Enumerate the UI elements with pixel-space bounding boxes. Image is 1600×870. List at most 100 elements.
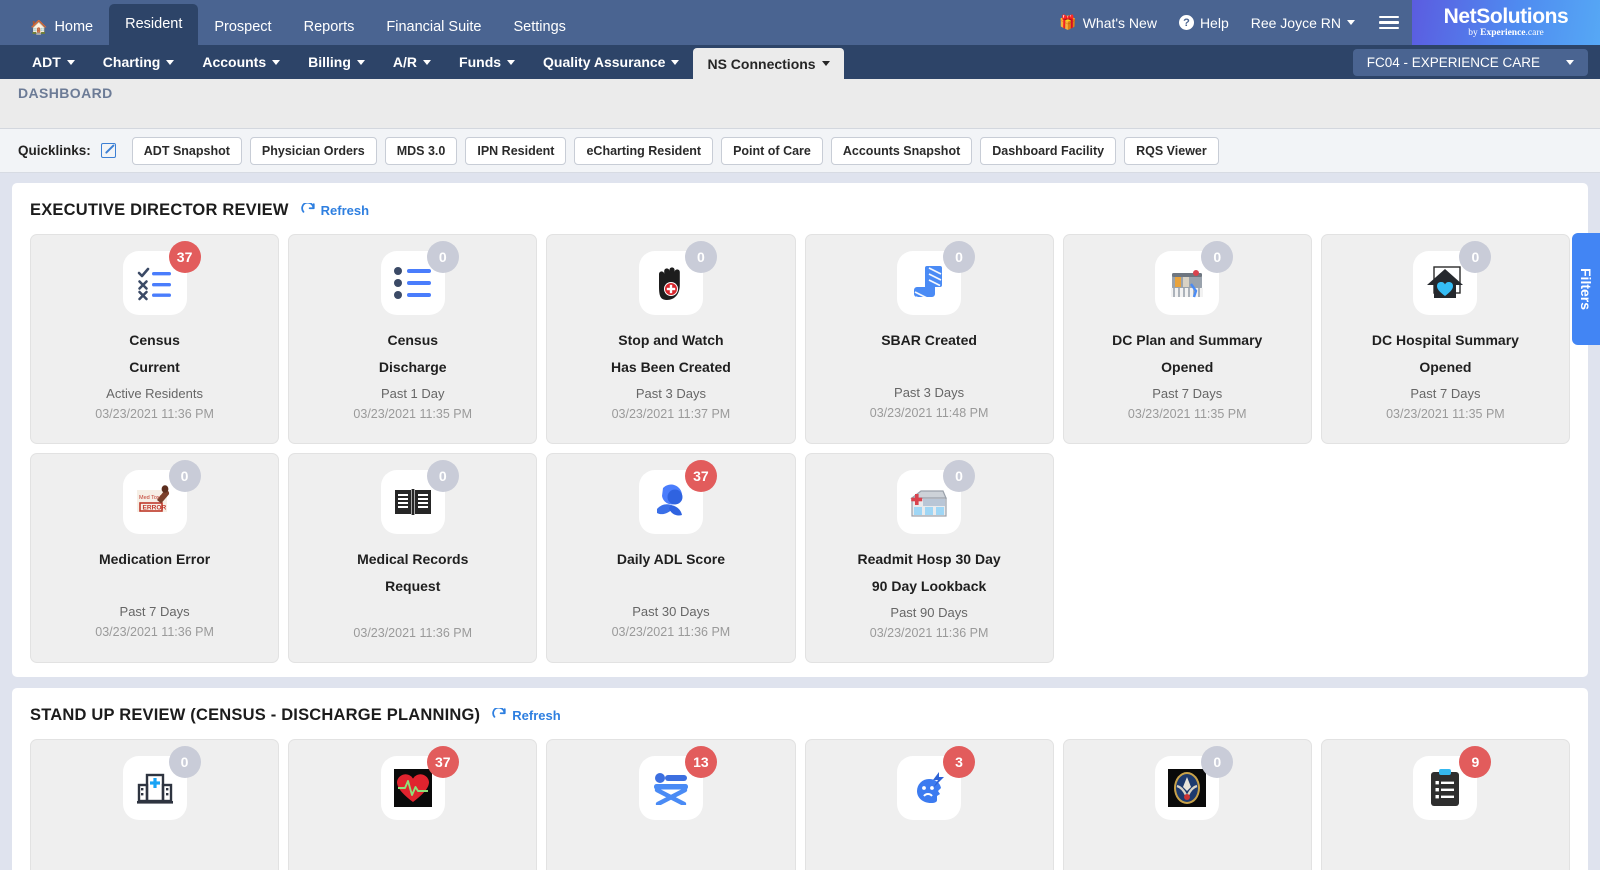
quicklink-rqs-viewer[interactable]: RQS Viewer: [1124, 136, 1219, 165]
metric-card[interactable]: 0 DC Plan and Summary Opened Past 7 Days 03/…: [1062, 234, 1312, 444]
chevron-down-icon: [1347, 20, 1355, 25]
count-badge: 13: [684, 746, 717, 778]
metric-card[interactable]: 0: [1062, 739, 1312, 870]
quicklink-point-of-care[interactable]: Point of Care: [721, 136, 823, 165]
quicklink-mds-3-0[interactable]: MDS 3.0: [384, 136, 458, 165]
card-timestamp: 03/23/2021 11:36 PM: [95, 625, 214, 639]
user-menu[interactable]: Ree Joyce RN: [1240, 15, 1366, 31]
nav-item-reports[interactable]: Reports: [288, 9, 371, 45]
card-title: DC Hospital Summary Opened: [1371, 332, 1519, 376]
filters-label: Filters: [1578, 267, 1594, 310]
card-period: Active Residents: [106, 385, 203, 401]
card-icon-wrap: 0: [897, 241, 976, 315]
metric-card[interactable]: 0 SBAR Created Past 3 Days 03/23/2021 11:48…: [804, 234, 1054, 444]
card-timestamp: 03/23/2021 11:36 PM: [869, 625, 989, 640]
quicklink-accounts-snapshot[interactable]: Accounts Snapshot: [830, 136, 973, 165]
nav-item-settings[interactable]: Settings: [497, 9, 581, 45]
count-badge: 0: [684, 241, 717, 273]
nav-item-label: Financial Suite: [386, 19, 482, 35]
metric-card[interactable]: 0 Readmit Hosp 30 Day 90 Day Lookback Past …: [804, 453, 1054, 663]
module-item-accounts[interactable]: Accounts: [188, 45, 294, 79]
quicklink-echarting-resident[interactable]: eCharting Resident: [574, 136, 714, 165]
nav-item-label: Prospect: [214, 19, 272, 35]
metric-card[interactable]: 37: [288, 739, 538, 870]
count-badge: 9: [1459, 746, 1492, 778]
metric-card[interactable]: 13: [546, 739, 796, 870]
card-icon-wrap: 0: [122, 746, 201, 820]
module-item-ns-connections[interactable]: NS Connections: [693, 48, 844, 79]
hamburger-menu-icon[interactable]: [1366, 15, 1412, 30]
nav-item-label: Home: [54, 19, 94, 35]
card-title: DC Plan and Summary Opened: [1112, 332, 1263, 376]
metric-card[interactable]: 0 DC Hospital Summary Opened Past 7 Days 03/…: [1320, 234, 1570, 444]
metric-card[interactable]: Med Toxic ERROR 0 Medication Error Past 7 …: [30, 453, 280, 663]
card-icon-wrap: 0: [638, 241, 717, 315]
card-icon-wrap: 0: [1155, 746, 1234, 820]
nav-item-home[interactable]: 🏠 Home: [14, 9, 109, 45]
nav-item-resident[interactable]: Resident: [109, 4, 199, 45]
module-item-label: Accounts: [202, 54, 267, 70]
chevron-down-icon: [821, 61, 830, 66]
nav-item-prospect[interactable]: Prospect: [198, 9, 287, 45]
module-item-label: ADT: [32, 54, 61, 70]
module-item-adt[interactable]: ADT: [18, 45, 89, 79]
whats-new-label: What's New: [1082, 14, 1157, 31]
whats-new-link[interactable]: 🎁 What's New: [1048, 14, 1168, 31]
metric-card[interactable]: 9: [1320, 739, 1570, 870]
card-period: Past 7 Days: [1152, 385, 1223, 401]
card-timestamp: 03/23/2021 11:37 PM: [611, 406, 731, 421]
card-icon-wrap: 0: [380, 460, 459, 534]
quicklink-dashboard-facility[interactable]: Dashboard Facility: [980, 136, 1117, 165]
card-period: Past 3 Days: [894, 385, 965, 400]
card-icon-wrap: 3: [897, 746, 976, 820]
filters-tab[interactable]: Filters: [1572, 233, 1600, 345]
metric-card[interactable]: 37 Census Current Active Residents 03/23/202…: [30, 234, 280, 444]
page-title-bar: DASHBOARD: [0, 79, 1600, 107]
module-item-billing[interactable]: Billing: [294, 45, 379, 79]
card-period: Past 30 Days: [632, 604, 710, 619]
help-link[interactable]: ? Help: [1168, 15, 1240, 31]
question-mark-icon: ?: [1178, 15, 1194, 30]
help-label: Help: [1199, 14, 1229, 31]
facility-selector[interactable]: FC04 - EXPERIENCE CARE: [1352, 48, 1588, 76]
card-title: Daily ADL Score: [616, 551, 725, 567]
refresh-icon: [300, 203, 315, 213]
card-icon-wrap: 0: [897, 460, 976, 534]
metric-card[interactable]: 0 Stop and Watch Has Been Created Past 3 Da…: [546, 234, 796, 444]
dashboard-section: EXECUTIVE DIRECTOR REVIEW Refresh 37 Censu…: [12, 183, 1588, 677]
count-badge: 37: [168, 241, 201, 273]
section-title: STAND UP REVIEW (CENSUS - DISCHARGE PLAN…: [30, 706, 481, 724]
quicklink-ipn-resident[interactable]: IPN Resident: [465, 136, 567, 165]
refresh-button[interactable]: Refresh: [300, 203, 369, 218]
count-badge: 0: [168, 460, 201, 492]
count-badge: 0: [1201, 241, 1234, 273]
user-name-label: Ree Joyce RN: [1250, 14, 1341, 31]
metric-card[interactable]: 3: [804, 739, 1054, 870]
count-badge: 0: [426, 460, 459, 492]
metric-card[interactable]: 0: [30, 739, 280, 870]
card-icon-wrap: 37: [638, 460, 717, 534]
edit-pencil-icon[interactable]: [100, 143, 116, 158]
gift-icon: 🎁: [1059, 14, 1077, 30]
card-icon-wrap: 9: [1413, 746, 1492, 820]
refresh-button[interactable]: Refresh: [492, 708, 561, 723]
card-title: Stop and Watch Has Been Created: [611, 332, 731, 376]
quicklink-adt-snapshot[interactable]: ADT Snapshot: [131, 136, 242, 165]
metric-card[interactable]: 37 Daily ADL Score Past 30 Days 03/23/2021 …: [546, 453, 796, 663]
metric-card[interactable]: 0 Medical Records Request 03/23/2021 11:36 …: [288, 453, 538, 663]
quicklink-physician-orders[interactable]: Physician Orders: [249, 136, 377, 165]
module-item-funds[interactable]: Funds: [445, 45, 529, 79]
nav-item-label: Reports: [303, 19, 355, 35]
nav-item-financial-suite[interactable]: Financial Suite: [370, 9, 497, 45]
quicklinks-bar: Quicklinks: ADT Snapshot Physician Orders…: [0, 129, 1600, 173]
count-badge: 3: [943, 746, 976, 778]
netsolutions-logo: NetSolutions by Experience.care: [1412, 0, 1600, 45]
module-item-charting[interactable]: Charting: [89, 45, 189, 79]
count-badge: 0: [943, 460, 976, 492]
metric-card[interactable]: 0 Census Discharge Past 1 Day 03/23/2021 11:…: [288, 234, 538, 444]
refresh-label: Refresh: [512, 708, 561, 723]
section-header: STAND UP REVIEW (CENSUS - DISCHARGE PLAN…: [30, 706, 1570, 725]
count-badge: 0: [1459, 241, 1492, 273]
module-item-a-r[interactable]: A/R: [379, 45, 445, 79]
module-item-quality-assurance[interactable]: Quality Assurance: [529, 45, 693, 79]
